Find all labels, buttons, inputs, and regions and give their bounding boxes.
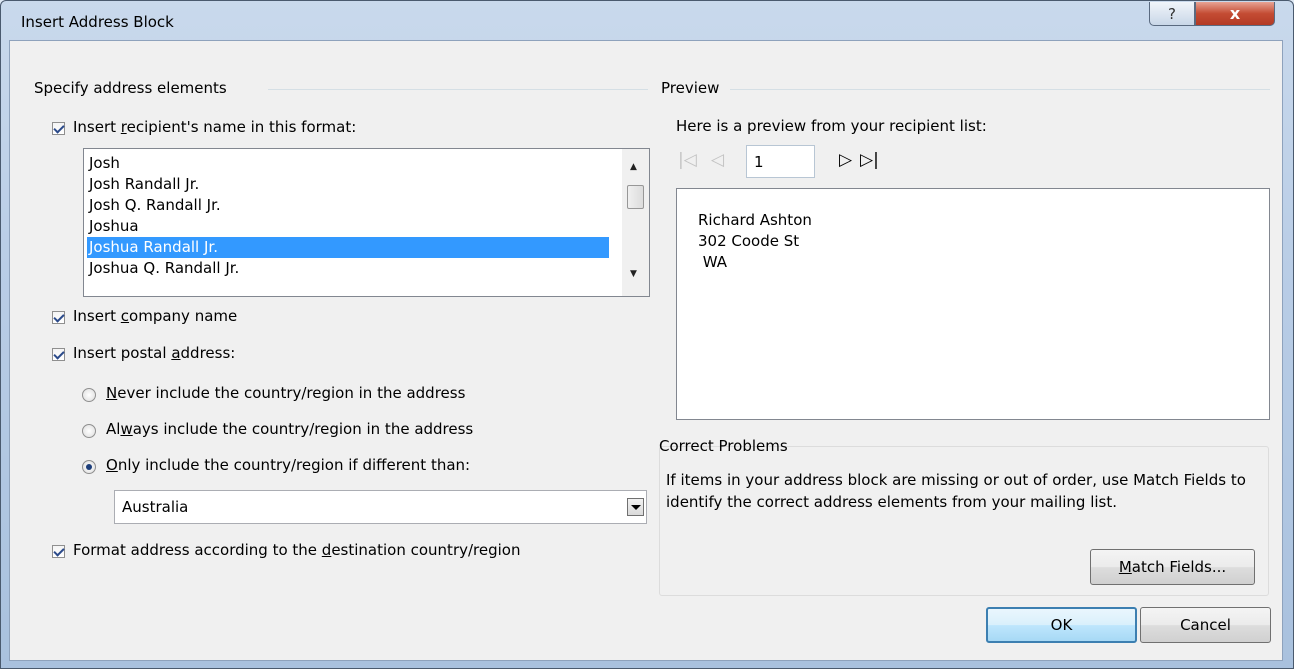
- never-include-country-label[interactable]: Never include the country/region in the …: [106, 384, 465, 402]
- scroll-thumb[interactable]: [627, 185, 644, 209]
- close-icon: x: [1229, 4, 1241, 23]
- address-line: WA: [698, 253, 728, 271]
- recipient-name-checkbox[interactable]: [52, 122, 65, 135]
- group-divider: [730, 89, 1270, 90]
- always-include-country-label[interactable]: Always include the country/region in the…: [106, 420, 473, 438]
- address-line: Richard Ashton: [698, 211, 812, 229]
- company-name-label[interactable]: Insert company name: [73, 307, 237, 325]
- help-icon: ?: [1168, 4, 1176, 23]
- address-line: 302 Coode St: [698, 232, 800, 250]
- preview-caption: Here is a preview from your recipient li…: [676, 117, 987, 135]
- match-fields-button[interactable]: Match Fields...: [1090, 549, 1255, 585]
- close-button[interactable]: x: [1195, 2, 1275, 26]
- dialog-title: Insert Address Block: [21, 13, 174, 31]
- recipient-name-label[interactable]: Insert recipient's name in this format:: [73, 118, 356, 136]
- always-include-country-radio[interactable]: [82, 424, 96, 438]
- listbox-scrollbar[interactable]: ▲ ▼: [622, 149, 649, 296]
- country-select[interactable]: Australia: [114, 490, 647, 524]
- title-bar: Insert Address Block ? x: [1, 1, 1293, 41]
- list-item[interactable]: Joshua: [87, 216, 609, 237]
- format-destination-checkbox[interactable]: [52, 545, 65, 558]
- ok-button[interactable]: OK: [986, 607, 1137, 643]
- group-divider: [268, 89, 648, 90]
- list-item[interactable]: Josh: [87, 153, 609, 174]
- correct-problems-title: Correct Problems: [659, 437, 788, 455]
- cancel-button[interactable]: Cancel: [1140, 607, 1271, 643]
- previous-record-icon[interactable]: ◁: [711, 150, 724, 170]
- postal-address-checkbox[interactable]: [52, 348, 65, 361]
- name-format-listbox[interactable]: Josh Josh Randall Jr. Josh Q. Randall Jr…: [83, 148, 650, 297]
- first-record-icon[interactable]: |◁: [678, 150, 697, 170]
- next-record-icon[interactable]: ▷: [839, 150, 852, 170]
- preview-group-title: Preview: [661, 79, 726, 97]
- specify-elements-group-title: Specify address elements: [34, 79, 233, 97]
- chevron-down-icon[interactable]: [627, 498, 644, 516]
- format-destination-label[interactable]: Format address according to the destinat…: [73, 541, 520, 559]
- company-name-checkbox[interactable]: [52, 311, 65, 324]
- list-item-selected[interactable]: Joshua Randall Jr.: [87, 237, 609, 258]
- help-button[interactable]: ?: [1149, 2, 1195, 26]
- never-include-country-radio[interactable]: [82, 388, 96, 402]
- list-item[interactable]: Joshua Q. Randall Jr.: [87, 258, 609, 279]
- only-if-different-radio[interactable]: [82, 460, 96, 474]
- dialog-body: Specify address elements Insert recipien…: [9, 40, 1283, 661]
- record-number-value: 1: [754, 153, 764, 171]
- list-item[interactable]: Josh Q. Randall Jr.: [87, 195, 609, 216]
- correct-problems-text: If items in your address block are missi…: [666, 471, 1246, 511]
- country-select-value: Australia: [122, 498, 189, 516]
- scroll-up-icon[interactable]: ▲: [630, 162, 637, 172]
- address-preview-box: Richard Ashton 302 Coode St WA: [676, 188, 1270, 420]
- list-item[interactable]: Josh Randall Jr.: [87, 174, 609, 195]
- postal-address-label[interactable]: Insert postal address:: [73, 344, 235, 362]
- scroll-down-icon[interactable]: ▼: [630, 269, 637, 279]
- record-number-input[interactable]: 1: [746, 145, 815, 178]
- last-record-icon[interactable]: ▷|: [860, 150, 879, 170]
- only-if-different-label[interactable]: Only include the country/region if diffe…: [106, 456, 470, 474]
